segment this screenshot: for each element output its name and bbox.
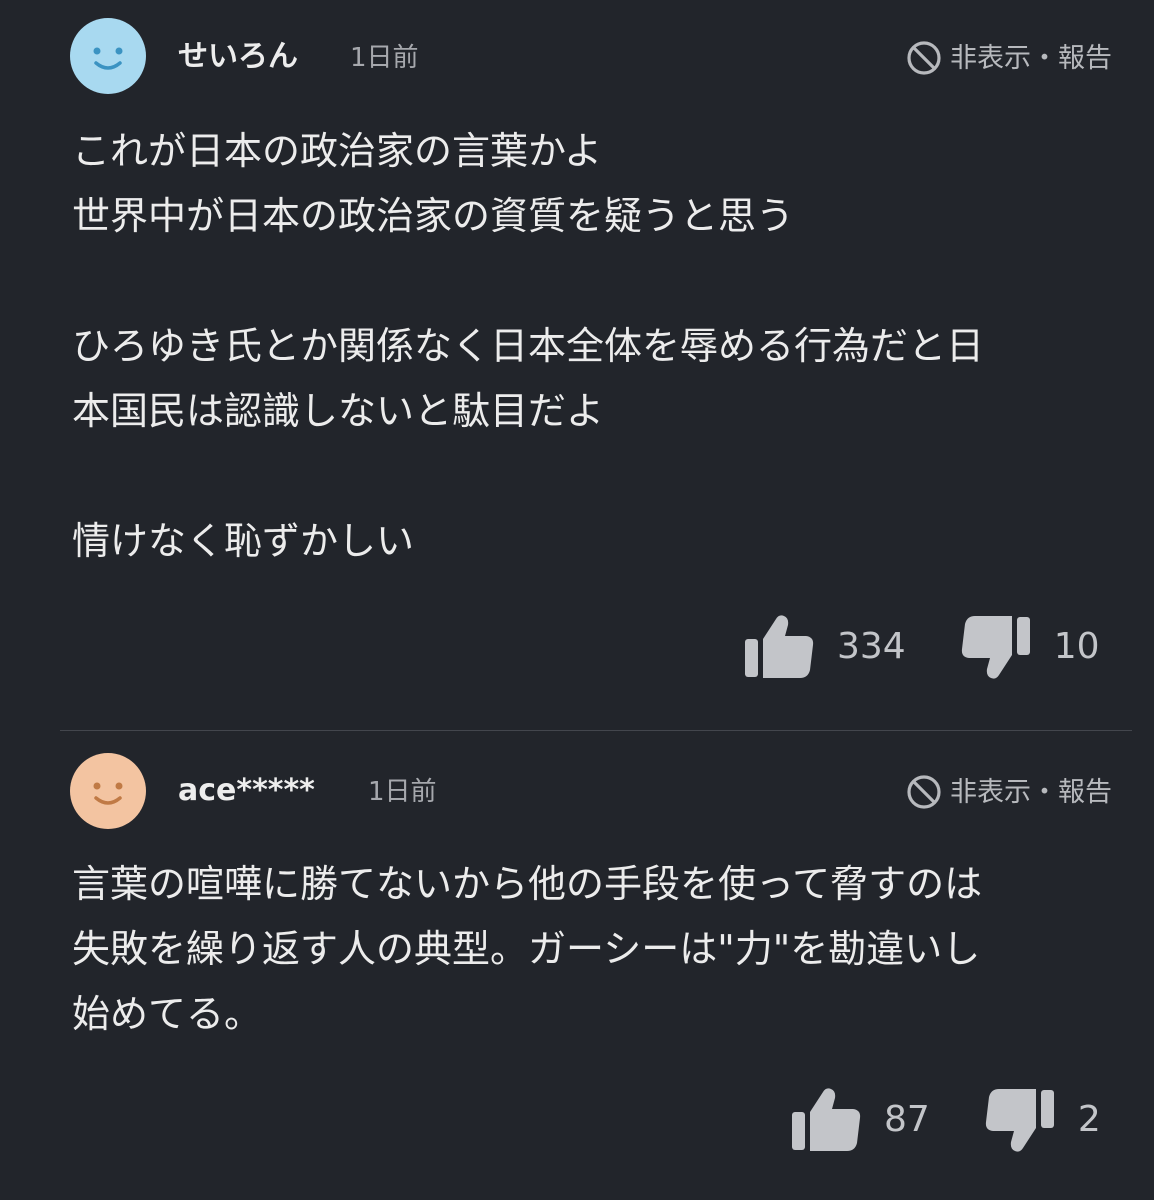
hide-report-label: 非表示・報告 xyxy=(950,42,1112,74)
hide-report-button[interactable]: 非表示・報告 xyxy=(906,38,1112,78)
prohibited-icon xyxy=(907,41,941,75)
comment-username[interactable]: せいろん xyxy=(178,42,298,72)
comment-body: これが日本の政治家の言葉かよ 世界中が日本の政治家の資質を疑うと思う ひろゆき氏… xyxy=(72,129,985,563)
dislike-count: 2 xyxy=(1077,1099,1101,1140)
vote-bar: 334 10 xyxy=(743,612,1100,682)
comment-username[interactable]: ace***** xyxy=(178,776,315,806)
comment-timestamp: 1日前 xyxy=(368,777,437,807)
comment-body: 言葉の喧嘩に勝てないから他の手段を使って脅すのは 失敗を繰り返す人の典型。ガーシ… xyxy=(72,862,983,1036)
avatar-smiley-icon xyxy=(70,753,146,829)
comment-card: ace***** 1日前 非表示・報告 言葉の喧嘩に勝てないから他の手段を使って… xyxy=(0,731,1154,1200)
vote-bar: 87 2 xyxy=(790,1085,1101,1155)
avatar-smiley-icon xyxy=(70,18,146,94)
thumbs-down-icon xyxy=(985,1089,1054,1152)
dislike-button[interactable]: 10 xyxy=(960,612,1100,682)
dislike-count: 10 xyxy=(1053,626,1100,667)
like-count: 334 xyxy=(837,626,906,667)
dislike-button[interactable]: 2 xyxy=(984,1085,1101,1155)
hide-report-label: 非表示・報告 xyxy=(950,776,1112,808)
like-button[interactable]: 334 xyxy=(743,612,906,682)
thumbs-up-icon xyxy=(792,1088,861,1151)
thumbs-up-icon xyxy=(745,615,814,678)
thumbs-down-icon xyxy=(961,616,1030,679)
comment-timestamp: 1日前 xyxy=(350,43,419,73)
prohibited-icon xyxy=(907,775,941,809)
like-button[interactable]: 87 xyxy=(790,1085,930,1155)
hide-report-button[interactable]: 非表示・報告 xyxy=(906,772,1112,812)
like-count: 87 xyxy=(884,1099,930,1140)
comment-card: せいろん 1日前 非表示・報告 これが日本の政治家の言葉かよ 世界中が日本の政治… xyxy=(0,0,1154,730)
